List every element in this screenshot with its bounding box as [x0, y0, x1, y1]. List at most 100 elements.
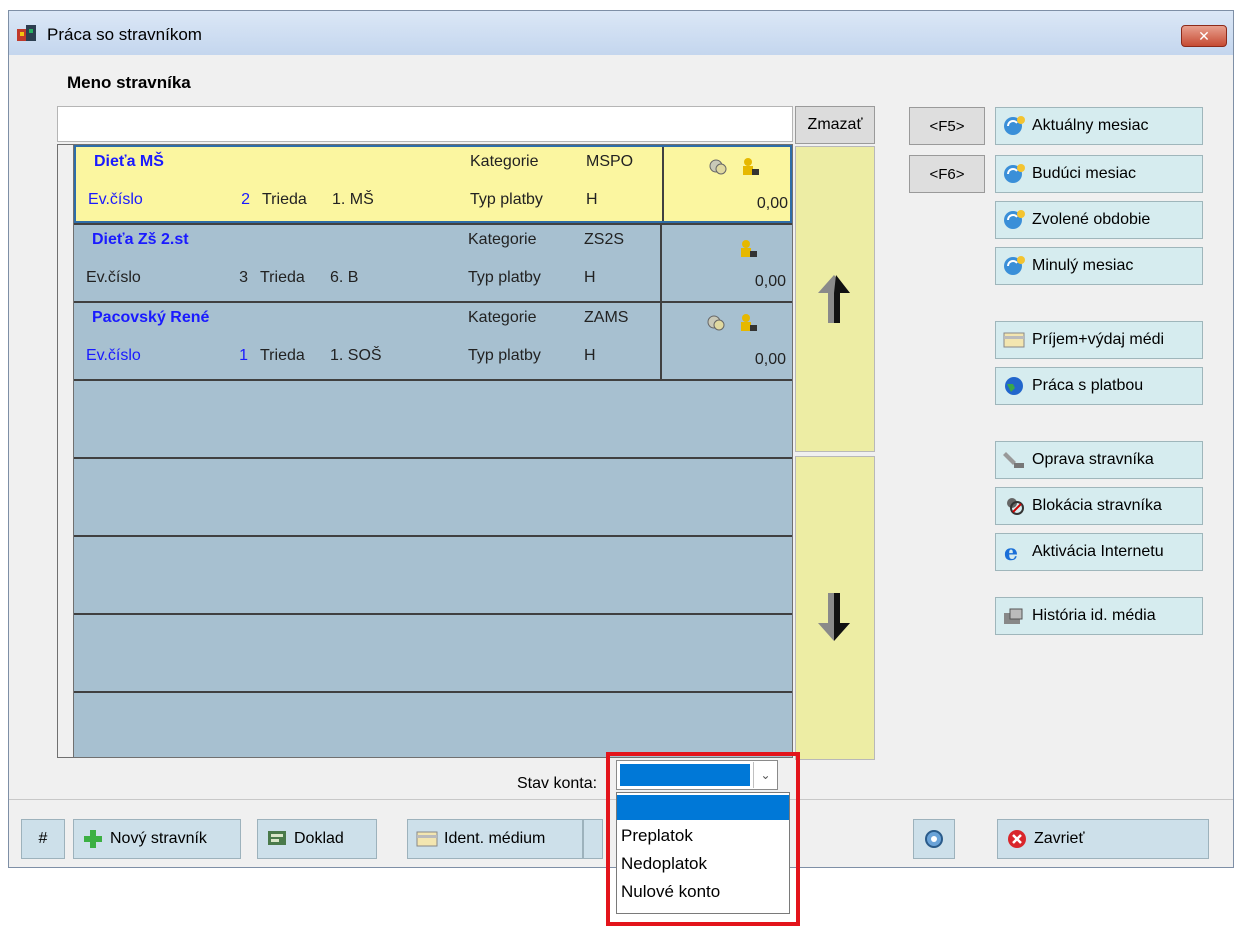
empty-row[interactable] — [74, 613, 792, 691]
ev-label: Ev.číslo — [88, 191, 143, 208]
ev-label: Ev.číslo — [86, 347, 141, 364]
row-selector-stripe — [58, 145, 74, 757]
payment-work-button[interactable]: Práca s platbou — [995, 367, 1203, 405]
diner-name: Pacovský René — [92, 309, 210, 326]
calendar-refresh-icon — [1004, 210, 1025, 229]
next-month-button[interactable]: Budúci mesiac — [995, 155, 1203, 193]
cell-divider — [662, 147, 664, 221]
account-status-label: Stav konta: — [517, 775, 598, 792]
selected-period-button[interactable]: Zvolené obdobie — [995, 201, 1203, 239]
balance-amount: 0,00 — [756, 195, 788, 212]
diner-name: Dieťa MŠ — [94, 153, 164, 170]
ident-medium-label: Ident. médium — [444, 830, 546, 847]
app-icon — [17, 25, 36, 41]
user-lock-icon — [741, 240, 757, 257]
diner-grid: Dieťa MŠ Ev.číslo 2 Trieda 1. MŠ Kategor… — [57, 144, 793, 758]
class-value: 1. MŠ — [332, 191, 374, 208]
card-icon — [1003, 332, 1025, 348]
name-label: Meno stravníka — [67, 73, 191, 92]
f5-key-button[interactable]: <F5> — [909, 107, 985, 145]
category-label: Kategorie — [468, 309, 537, 326]
globe-icon — [1005, 377, 1023, 395]
title-bar: Práca so stravníkom ✕ — [9, 11, 1233, 55]
edit-diner-button[interactable]: Oprava stravníka — [995, 441, 1203, 479]
category-label: Kategorie — [470, 153, 539, 170]
category-value: ZAMS — [584, 309, 629, 326]
scroll-up-button[interactable] — [795, 146, 875, 452]
class-label: Trieda — [262, 191, 307, 208]
receipt-button[interactable]: Doklad — [257, 819, 377, 859]
close-button[interactable]: ✕ — [1181, 25, 1227, 47]
ev-number: 1 — [239, 347, 248, 364]
empty-row[interactable] — [74, 535, 792, 613]
category-label: Kategorie — [468, 231, 537, 248]
category-value: ZS2S — [584, 231, 625, 248]
f5-label: <F5> — [929, 117, 965, 135]
table-row[interactable]: Dieťa MŠ Ev.číslo 2 Trieda 1. MŠ Kategor… — [74, 145, 792, 223]
current-month-button[interactable]: Aktuálny mesiac — [995, 107, 1203, 145]
name-search-input[interactable] — [57, 106, 793, 142]
wrench-icon — [1003, 452, 1024, 468]
current-month-label: Aktuálny mesiac — [1032, 117, 1149, 134]
gear-icon — [925, 830, 943, 848]
ident-medium-button[interactable]: Ident. médium — [407, 819, 583, 859]
media-history-label: História id. média — [1032, 607, 1156, 624]
block-diner-label: Blokácia stravníka — [1032, 497, 1162, 514]
block-user-icon — [1007, 498, 1024, 515]
media-income-expense-button[interactable]: Príjem+výdaj médi — [995, 321, 1203, 359]
cell-divider — [660, 303, 662, 379]
svg-text:e: e — [1004, 541, 1018, 563]
close-icon — [1008, 830, 1026, 848]
ev-number: 2 — [241, 191, 250, 208]
arrow-up-icon — [818, 275, 850, 323]
new-diner-button[interactable]: Nový stravník — [73, 819, 241, 859]
payment-type-label: Typ platby — [468, 347, 541, 364]
cell-divider — [660, 225, 662, 301]
internet-activation-label: Aktivácia Internetu — [1032, 543, 1164, 560]
edit-diner-label: Oprava stravníka — [1032, 451, 1154, 468]
settings-button[interactable] — [913, 819, 955, 859]
new-diner-label: Nový stravník — [110, 830, 207, 847]
empty-row[interactable] — [74, 379, 792, 457]
table-row[interactable]: Dieťa Zš 2.st Ev.číslo 3 Trieda 6. B Kat… — [74, 223, 792, 301]
arrow-down-icon — [818, 593, 850, 641]
receipt-label: Doklad — [294, 830, 344, 847]
window-title: Práca so stravníkom — [47, 25, 202, 44]
clear-button[interactable]: Zmazať — [795, 106, 875, 144]
calendar-refresh-icon — [1004, 164, 1025, 183]
receipt-icon — [268, 831, 286, 845]
calendar-refresh-icon — [1004, 116, 1025, 135]
ev-label: Ev.číslo — [86, 269, 141, 286]
payment-type-label: Typ platby — [470, 191, 543, 208]
media-history-button[interactable]: História id. média — [995, 597, 1203, 635]
hidden-bottom-button[interactable] — [583, 819, 603, 859]
empty-row[interactable] — [74, 457, 792, 535]
class-label: Trieda — [260, 269, 305, 286]
payment-type-value: H — [584, 269, 596, 286]
block-diner-button[interactable]: Blokácia stravníka — [995, 487, 1203, 525]
close-window-label: Zavrieť — [1034, 830, 1085, 847]
ev-number: 3 — [239, 269, 248, 286]
internet-activation-button[interactable]: e Aktivácia Internetu — [995, 533, 1203, 571]
table-row[interactable]: Pacovský René Ev.číslo 1 Trieda 1. SOŠ K… — [74, 301, 792, 379]
scroll-down-button[interactable] — [795, 456, 875, 760]
calendar-refresh-icon — [1004, 256, 1025, 275]
internet-explorer-icon: e — [1004, 541, 1018, 563]
empty-row[interactable] — [74, 691, 792, 757]
user-lock-icon — [741, 314, 757, 331]
history-icon — [1004, 608, 1023, 624]
highlight-box — [606, 752, 800, 926]
plus-icon — [84, 830, 102, 848]
f6-key-button[interactable]: <F6> — [909, 155, 985, 193]
balance-amount: 0,00 — [754, 351, 786, 368]
f6-label: <F6> — [929, 165, 965, 183]
user-lock-icon — [743, 158, 759, 175]
next-month-label: Budúci mesiac — [1032, 165, 1137, 182]
coins-icon — [709, 159, 727, 175]
close-window-button[interactable]: Zavrieť — [997, 819, 1209, 859]
media-income-expense-label: Príjem+výdaj médi — [1032, 331, 1165, 348]
balance-amount: 0,00 — [754, 273, 786, 290]
hash-button[interactable]: # — [21, 819, 65, 859]
payment-type-value: H — [584, 347, 596, 364]
last-month-button[interactable]: Minulý mesiac — [995, 247, 1203, 285]
